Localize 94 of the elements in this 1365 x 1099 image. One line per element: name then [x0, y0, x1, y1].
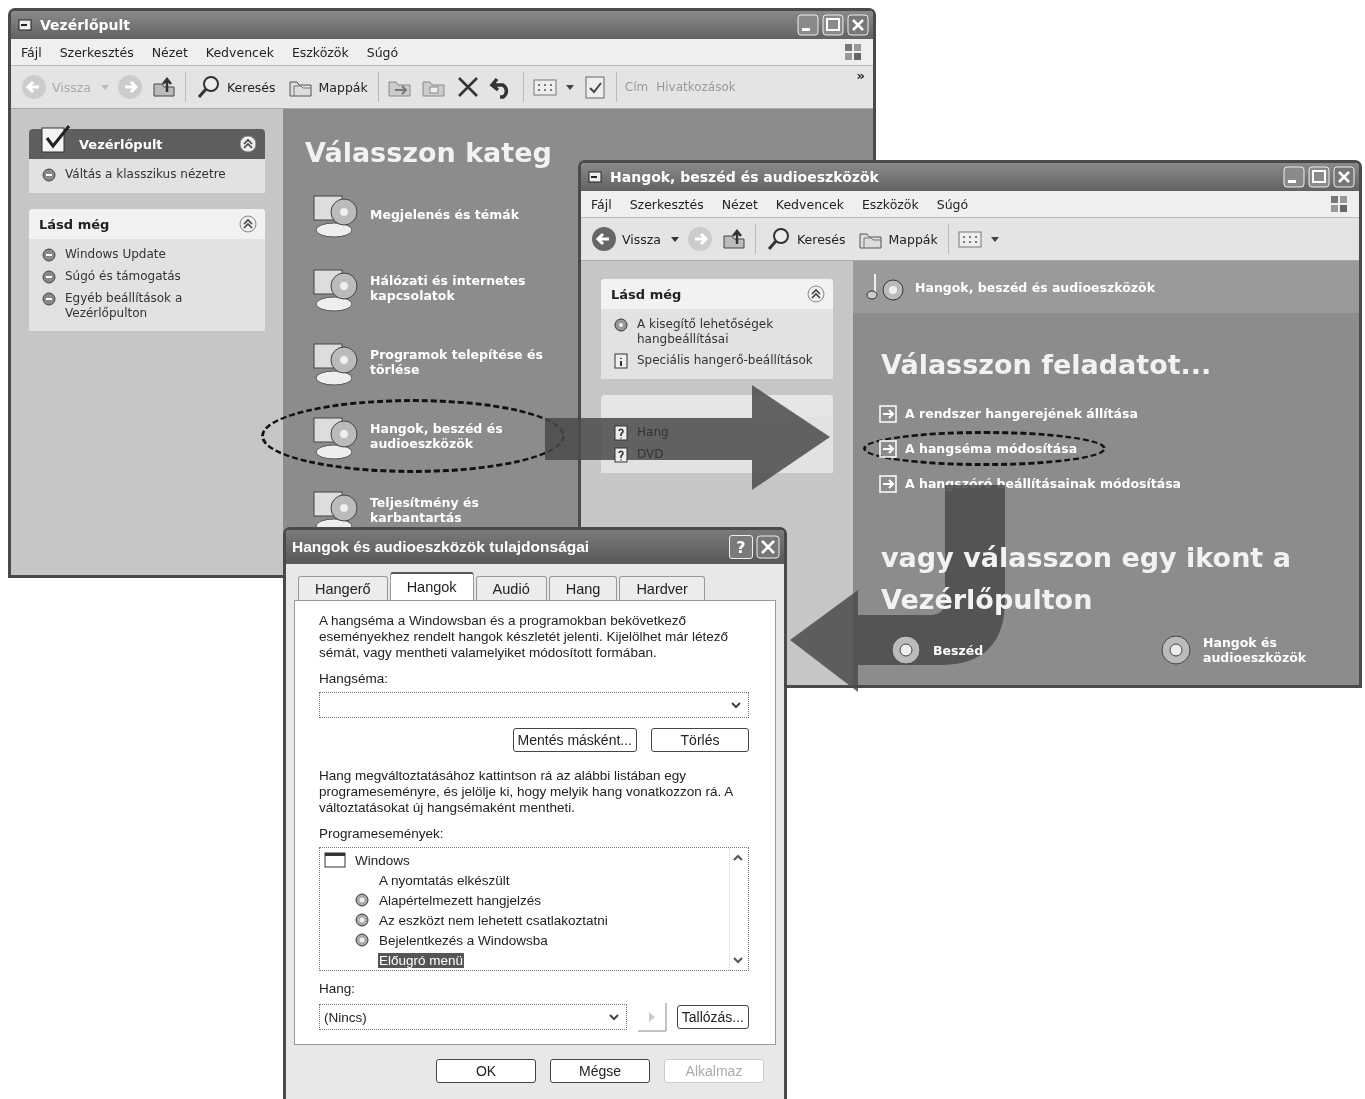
back-button[interactable]: Vissza	[589, 224, 663, 254]
help-icon	[613, 425, 629, 441]
panel-link[interactable]: Windows Update	[65, 247, 166, 262]
panel-title: Vezérlőpult	[79, 136, 163, 152]
scheme-dropdown[interactable]	[319, 692, 749, 718]
caret-icon[interactable]	[671, 235, 679, 243]
panel-header[interactable]: Lásd még	[601, 279, 833, 309]
caret-icon[interactable]	[565, 83, 574, 91]
panel-link[interactable]: Speciális hangerő-beállítások	[637, 353, 813, 368]
close-button[interactable]	[847, 14, 869, 36]
menu-item[interactable]: Szerkesztés	[629, 196, 704, 212]
menu-item[interactable]: Eszközök	[291, 44, 349, 60]
menu-item[interactable]: Kedvencek	[205, 44, 274, 60]
window-title: Vezérlőpult	[40, 17, 130, 33]
scheme-button[interactable]: Törlés	[651, 728, 749, 752]
info-icon	[613, 353, 629, 369]
arrow-box-icon	[879, 439, 897, 458]
menu-item[interactable]: Fájl	[591, 196, 612, 212]
search-button[interactable]: Keresés	[194, 72, 278, 102]
panel-link[interactable]: Egyéb beállítások a Vezérlőpulton	[65, 291, 255, 321]
event-item[interactable]: Előugró menü	[378, 952, 465, 968]
collapse-icon[interactable]	[239, 215, 257, 233]
minimize-button[interactable]	[797, 14, 819, 36]
minimize-button[interactable]	[1283, 166, 1305, 188]
browse-button[interactable]: Tallózás...	[676, 1005, 749, 1029]
link-icon	[41, 247, 57, 263]
tab[interactable]: Audió	[475, 576, 547, 600]
flag-icon	[1329, 194, 1349, 214]
event-item[interactable]: A nyomtatás elkészült	[378, 872, 511, 888]
page-heading: Válasszon feladatot...	[881, 349, 1213, 380]
folders-button[interactable]: Mappák	[855, 224, 940, 254]
field-label: Hang:	[319, 981, 357, 996]
description-text: A hangséma a Windowsban és a programokban bekövetkező eseményekhez rendelt hangok készletét jelenti. Kijelölhet már létező sémát, vagy mentheti valamelyiket módosított formában.	[319, 613, 729, 661]
menu-item[interactable]: Súgó	[936, 196, 969, 212]
event-item[interactable]: Bejelentkezés a Windowsba	[378, 932, 549, 948]
help-icon	[613, 447, 629, 463]
window-icon	[17, 17, 33, 33]
dialog-button[interactable]: Mégse	[550, 1059, 650, 1083]
speaker-icon[interactable]	[1159, 633, 1193, 667]
window-icon	[587, 169, 603, 185]
help-button[interactable]: ?	[729, 535, 753, 559]
checklist-icon	[39, 122, 73, 156]
scheme-button[interactable]: Mentés másként...	[512, 728, 637, 752]
event-item[interactable]: Alapértelmezett hangjelzés	[378, 892, 543, 908]
field-label: Hangséma:	[319, 671, 390, 686]
window-title: Hangok és audioeszközök tulajdonságai	[292, 538, 590, 556]
menu-item[interactable]: Fájl	[21, 44, 42, 60]
sound-dropdown[interactable]: (Nincs)	[319, 1004, 627, 1030]
close-button[interactable]	[756, 535, 780, 559]
tab[interactable]: Hardver	[619, 576, 705, 600]
menu-item[interactable]: Kedvencek	[775, 196, 844, 212]
caret-icon[interactable]	[990, 235, 999, 243]
instruction-text: Hang megváltoztatásához kattintson rá az alábbi listában egy programeseményre, és jelölje ki, hogy melyik hang vonatkozzon rá. A változtatásokat új hangsémaként mentheti.	[319, 768, 734, 816]
search-icon	[196, 74, 222, 100]
folders-button[interactable]: Mappák	[285, 72, 370, 102]
category-title: Hangok, beszéd és audioeszközök	[915, 279, 1156, 295]
address-label: Cím	[624, 80, 649, 94]
maximize-button[interactable]	[822, 14, 844, 36]
menu-item[interactable]: Súgó	[366, 44, 399, 60]
tab[interactable]: Hangok	[389, 572, 474, 600]
menu-item[interactable]: Eszközök	[861, 196, 919, 212]
event-group[interactable]: Windows	[354, 852, 411, 868]
flag-icon	[843, 42, 863, 62]
section-heading: vagy válasszon egy ikont a Vezérlőpulton	[881, 541, 1292, 617]
window-icon	[324, 852, 346, 868]
search-icon	[766, 226, 792, 252]
maximize-button[interactable]	[1308, 166, 1330, 188]
icon-label[interactable]: Beszéd	[933, 642, 984, 658]
search-button[interactable]: Keresés	[764, 224, 848, 254]
field-label: Programesemények:	[319, 826, 445, 841]
panel-link[interactable]: A kisegítő lehetőségek hangbeállításai	[637, 317, 823, 347]
arrow-box-icon	[879, 474, 897, 493]
close-button[interactable]	[1333, 166, 1355, 188]
arrow-box-icon	[879, 404, 897, 423]
menu-item[interactable]: Nézet	[721, 196, 758, 212]
tab[interactable]: Hangerő	[298, 576, 388, 600]
dialog-button[interactable]: OK	[436, 1059, 536, 1083]
window-title: Hangok, beszéd és audioeszközök	[610, 169, 879, 185]
panel-title: Lásd még	[611, 286, 682, 302]
collapse-icon[interactable]	[239, 135, 257, 153]
tab[interactable]: Hang	[548, 576, 618, 600]
link-icon	[41, 291, 57, 307]
collapse-icon[interactable]	[807, 285, 825, 303]
link-icon	[41, 167, 57, 183]
menu-item[interactable]: Szerkesztés	[59, 44, 134, 60]
link-icon	[41, 269, 57, 285]
panel-link[interactable]: Súgó és támogatás	[65, 269, 181, 284]
more-button[interactable]: »	[856, 68, 865, 83]
panel-title: Lásd még	[39, 216, 110, 232]
event-item[interactable]: Az eszközt nem lehetett csatlakoztatni	[378, 912, 609, 928]
speaker-icon	[613, 317, 629, 333]
page-heading: Válasszon kateg	[305, 137, 553, 168]
menu-item[interactable]: Nézet	[151, 44, 188, 60]
panel-header[interactable]: Lásd még	[29, 209, 265, 239]
